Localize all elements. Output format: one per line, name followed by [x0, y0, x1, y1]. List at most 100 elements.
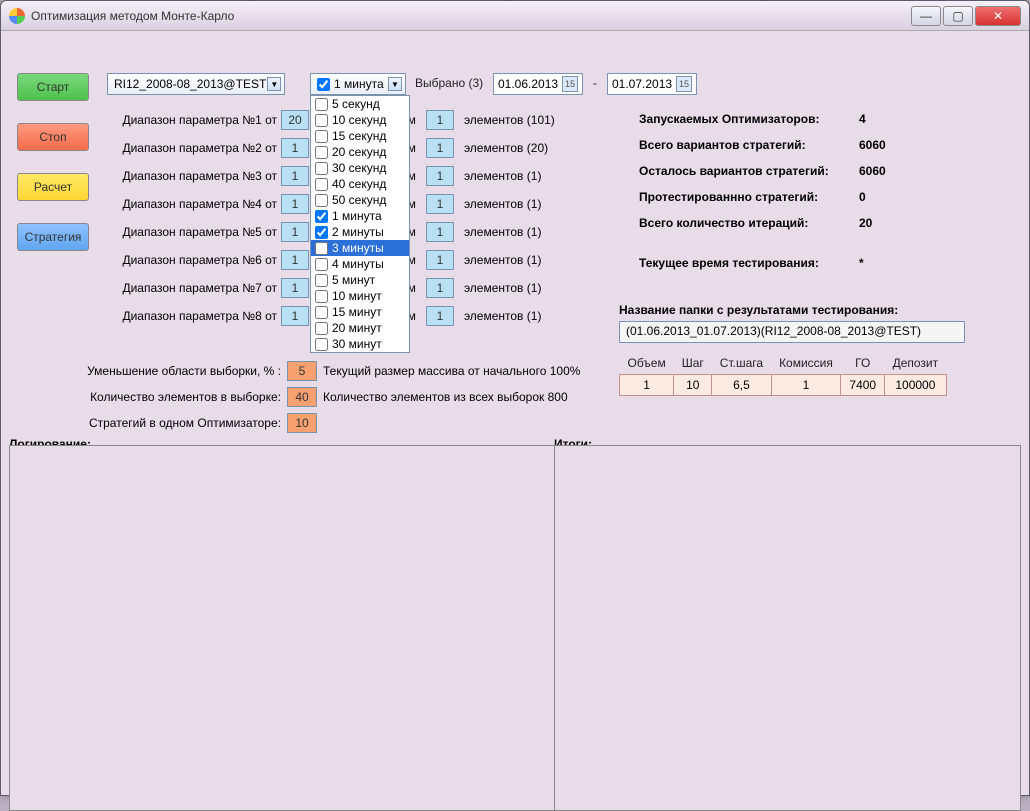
logging-panel[interactable]	[10, 446, 555, 810]
dropdown-item-label: 5 секунд	[332, 97, 380, 111]
calendar-icon[interactable]: 15	[676, 76, 692, 92]
window-title: Оптимизация методом Монте-Карло	[31, 9, 911, 23]
stat-key: Протестированнно стратегий:	[639, 190, 859, 204]
dropdown-item-check[interactable]	[315, 242, 328, 255]
timeframe-combo-check[interactable]	[317, 78, 330, 91]
dropdown-item-check[interactable]	[315, 130, 328, 143]
param-from[interactable]: 1	[281, 138, 309, 158]
timeframe-combo-value: 1 минута	[334, 77, 384, 91]
dropdown-item-label: 40 секунд	[332, 177, 386, 191]
dropdown-item[interactable]: 30 секунд	[311, 160, 409, 176]
dropdown-item[interactable]: 5 минут	[311, 272, 409, 288]
param-elements: элементов (20)	[464, 141, 574, 155]
param-label: Диапазон параметра №3 от	[107, 169, 277, 183]
table-header: Объем	[620, 353, 674, 375]
param-from[interactable]: 1	[281, 250, 309, 270]
param-from[interactable]: 1	[281, 222, 309, 242]
table-header: Депозит	[885, 353, 947, 375]
param-from[interactable]: 1	[281, 166, 309, 186]
dropdown-item-check[interactable]	[315, 306, 328, 319]
param-step[interactable]: 1	[426, 222, 454, 242]
param-label: Диапазон параметра №6 от	[107, 253, 277, 267]
dropdown-item[interactable]: 10 секунд	[311, 112, 409, 128]
instrument-combo[interactable]: RI12_2008-08_2013@TEST ▼	[107, 73, 285, 95]
dropdown-item-check[interactable]	[315, 98, 328, 111]
param-step[interactable]: 1	[426, 166, 454, 186]
dropdown-item[interactable]: 15 минут	[311, 304, 409, 320]
param-from[interactable]: 1	[281, 306, 309, 326]
start-button[interactable]: Старт	[17, 73, 89, 101]
dropdown-item-label: 10 минут	[332, 289, 382, 303]
app-icon	[9, 8, 25, 24]
settings-table: ОбъемШагСт.шагаКомиссияГОДепозит 1106,51…	[619, 353, 947, 396]
param-step[interactable]: 1	[426, 278, 454, 298]
dropdown-item[interactable]: 20 минут	[311, 320, 409, 336]
dropdown-item-check[interactable]	[315, 322, 328, 335]
param-step[interactable]: 1	[426, 306, 454, 326]
dropdown-item-check[interactable]	[315, 210, 328, 223]
param-elements: элементов (1)	[464, 225, 574, 239]
dropdown-item-check[interactable]	[315, 162, 328, 175]
dropdown-item[interactable]: 30 минут	[311, 336, 409, 352]
close-button[interactable]: ✕	[975, 6, 1021, 26]
dropdown-item[interactable]: 15 секунд	[311, 128, 409, 144]
table-header: Шаг	[674, 353, 712, 375]
table-cell[interactable]: 10	[674, 375, 712, 396]
dropdown-item[interactable]: 1 минута	[311, 208, 409, 224]
date-separator: -	[593, 76, 597, 90]
count-value[interactable]: 40	[287, 387, 317, 407]
dropdown-item-check[interactable]	[315, 178, 328, 191]
strat-value[interactable]: 10	[287, 413, 317, 433]
param-from[interactable]: 1	[281, 278, 309, 298]
param-step[interactable]: 1	[426, 110, 454, 130]
strategy-button[interactable]: Стратегия	[17, 223, 89, 251]
dropdown-item-check[interactable]	[315, 258, 328, 271]
folder-value[interactable]: (01.06.2013_01.07.2013)(RI12_2008-08_201…	[619, 321, 965, 343]
date-from-picker[interactable]: 01.06.2013 15	[493, 73, 583, 95]
dropdown-item[interactable]: 3 минуты	[311, 240, 409, 256]
minimize-button[interactable]: —	[911, 6, 941, 26]
dropdown-item[interactable]: 2 минуты	[311, 224, 409, 240]
timeframe-dropdown[interactable]: 5 секунд10 секунд15 секунд20 секунд30 се…	[310, 95, 410, 353]
calc-button[interactable]: Расчет	[17, 173, 89, 201]
table-cell[interactable]: 7400	[841, 375, 885, 396]
table-cell[interactable]: 1	[620, 375, 674, 396]
param-step[interactable]: 1	[426, 138, 454, 158]
table-header: Ст.шага	[712, 353, 771, 375]
dropdown-item[interactable]: 50 секунд	[311, 192, 409, 208]
stat-row: Запускаемых Оптимизаторов:4	[639, 109, 909, 129]
param-step[interactable]: 1	[426, 250, 454, 270]
table-cell[interactable]: 1	[771, 375, 841, 396]
table-cell[interactable]: 100000	[885, 375, 947, 396]
param-step[interactable]: 1	[426, 194, 454, 214]
param-from[interactable]: 1	[281, 194, 309, 214]
stop-button[interactable]: Стоп	[17, 123, 89, 151]
param-from[interactable]: 20	[281, 110, 309, 130]
timeframe-combo[interactable]: 1 минута ▼	[310, 73, 406, 95]
stat-value: 6060	[859, 138, 909, 152]
dropdown-item[interactable]: 20 секунд	[311, 144, 409, 160]
dropdown-item-check[interactable]	[315, 290, 328, 303]
dropdown-item[interactable]: 4 минуты	[311, 256, 409, 272]
dropdown-item-label: 1 минута	[332, 209, 382, 223]
totals-panel[interactable]	[555, 446, 1020, 810]
param-label: Диапазон параметра №1 от	[107, 113, 277, 127]
dropdown-item-check[interactable]	[315, 114, 328, 127]
dropdown-item[interactable]: 5 секунд	[311, 96, 409, 112]
param-label: Диапазон параметра №2 от	[107, 141, 277, 155]
dropdown-item-check[interactable]	[315, 194, 328, 207]
title-bar[interactable]: Оптимизация методом Монте-Карло — ▢ ✕	[1, 1, 1029, 31]
current-time-row: Текущее время тестирования:*	[639, 253, 909, 273]
maximize-button[interactable]: ▢	[943, 6, 973, 26]
table-cell[interactable]: 6,5	[712, 375, 771, 396]
reduce-value[interactable]: 5	[287, 361, 317, 381]
date-to-picker[interactable]: 01.07.2013 15	[607, 73, 697, 95]
dropdown-item-check[interactable]	[315, 226, 328, 239]
stat-row: Осталось вариантов стратегий:6060	[639, 161, 909, 181]
dropdown-item[interactable]: 40 секунд	[311, 176, 409, 192]
dropdown-item-check[interactable]	[315, 146, 328, 159]
dropdown-item[interactable]: 10 минут	[311, 288, 409, 304]
calendar-icon[interactable]: 15	[562, 76, 578, 92]
dropdown-item-check[interactable]	[315, 274, 328, 287]
dropdown-item-check[interactable]	[315, 338, 328, 351]
